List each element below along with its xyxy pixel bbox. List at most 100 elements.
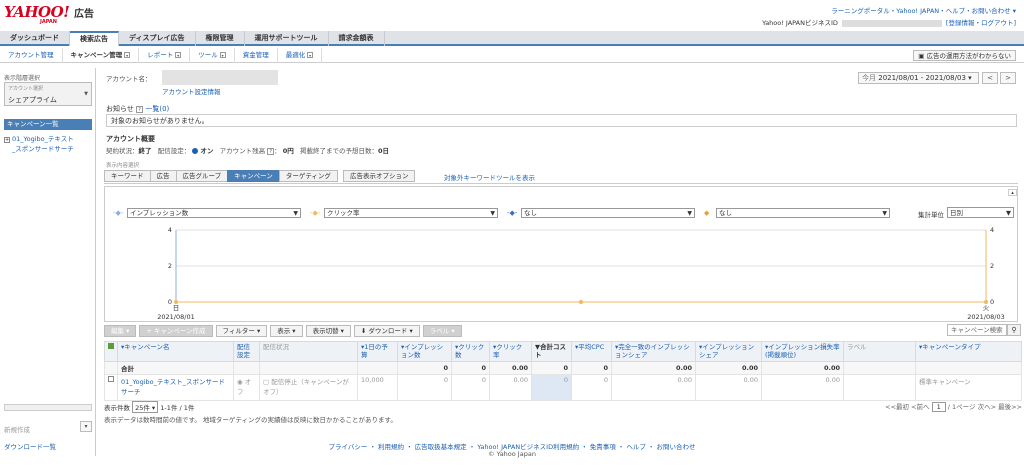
notice-list-link[interactable]: 一覧(0) (145, 105, 169, 113)
display-switch-button[interactable]: 表示切替 ▾ (305, 325, 351, 337)
col-clicks[interactable]: ▾クリック数 (451, 341, 490, 362)
per-page-select[interactable]: 25件 ▾ (132, 401, 159, 413)
col-budget-label: 1日の予算 (361, 343, 388, 359)
search-icon[interactable]: ⚲ (1007, 324, 1021, 336)
chevron-down-icon: ▼ (687, 210, 692, 217)
account-settings-link[interactable]: アカウント設定情報 (162, 86, 221, 96)
view-tab-campaign[interactable]: キャンペーン (227, 170, 280, 182)
view-tab-keyword[interactable]: キーワード (104, 170, 151, 182)
campaign-search-input[interactable]: キャンペーン検索 (947, 324, 1007, 336)
sub-nav: アカウント管理 キャンペーン管理 ▾ レポート ▾ ツール ▾ 資金管理 最適化 ▾ (0, 48, 1024, 63)
total-ctr: 0.00 (489, 361, 532, 375)
tree-item-name1[interactable]: 01_Yogibo_テキスト (12, 135, 74, 143)
col-loss-rate[interactable]: ▾インプレッション損失率(掲載順位) (761, 341, 844, 362)
view-tab-ad[interactable]: 広告 (149, 170, 177, 182)
pager-range: 1-1件 / 1件 (160, 404, 195, 412)
metric-1-label: インプレッション数 (130, 209, 189, 217)
subnav-optimization[interactable]: 最適化 ▾ (278, 48, 323, 63)
help-how-to-button[interactable]: ▣ 広告の運用方法がわからない (913, 50, 1016, 61)
next-period-button[interactable]: > (1000, 72, 1016, 84)
campaign-list-header[interactable]: キャンペーン一覧 (4, 119, 92, 130)
subnav-account-management[interactable]: アカウント管理 (0, 48, 63, 63)
edit-button[interactable]: 編集 ▾ (104, 325, 137, 337)
delivery-toggle[interactable]: ◉ オフ (233, 374, 260, 401)
next-page-link[interactable]: 次へ> (978, 403, 996, 411)
product-name: 広告 (74, 9, 94, 20)
col-avg-cpc[interactable]: ▾平均CPC (571, 341, 612, 362)
filter-button[interactable]: フィルター ▾ (215, 325, 268, 337)
metric-select-1[interactable]: インプレッション数 ▼ (127, 208, 301, 218)
col-campaign-type[interactable]: ▾キャンペーンタイプ (915, 341, 1022, 362)
prev-period-button[interactable]: < (982, 72, 998, 84)
last-page-link[interactable]: 最後>> (998, 403, 1022, 411)
chevron-down-icon[interactable]: ▾ (307, 52, 314, 58)
new-create-label: 新規作成 (4, 426, 30, 434)
help-icon[interactable]: ? (267, 148, 275, 155)
plus-icon[interactable]: + (4, 137, 10, 143)
campaign-name-link[interactable]: 01_Yogibo_テキスト_スポンサードサーチ (121, 378, 225, 396)
col-exact-share[interactable]: ▾完全一致のインプレッションシェア (611, 341, 696, 362)
subnav-report[interactable]: レポート ▾ (139, 48, 191, 63)
view-tab-targeting[interactable]: ターゲティング (278, 170, 338, 182)
aggregation-select[interactable]: 日別 ▼ (947, 207, 1014, 218)
notice-header: お知らせ ? 一覧(0) (106, 104, 169, 114)
campaign-tree[interactable]: +01_Yogibo_テキスト _スポンサードサーチ (4, 134, 74, 154)
subnav-campaign-management[interactable]: キャンペーン管理 ▾ (63, 48, 140, 63)
tab-search-ads[interactable]: 検索広告 (70, 31, 119, 46)
tree-item-name2[interactable]: _スポンサードサーチ (12, 145, 74, 153)
data-note: 表示データは数時間前の値です。 地域ターゲティングの実績値は反映に数日かかること… (104, 416, 397, 424)
sidebar-scrollbar[interactable] (4, 404, 92, 411)
col-daily-budget[interactable]: ▾1日の予算 (357, 341, 398, 362)
negative-keyword-tool-link[interactable]: 対象外キーワードツールを表示 (444, 172, 535, 182)
metric-select-4[interactable]: なし ▼ (716, 208, 890, 218)
chevron-down-icon[interactable]: ▾ (124, 52, 131, 58)
new-create-button[interactable]: ▾ (80, 421, 92, 432)
account-links[interactable]: [登録情報・ログアウト] (946, 19, 1016, 27)
checkbox[interactable] (108, 376, 114, 382)
display-button[interactable]: 表示 ▾ (270, 325, 303, 337)
top-links[interactable]: ラーニングポータル・Yahoo! JAPAN・ヘルプ・お問い合わせ ▾ (831, 5, 1016, 15)
notice-title: お知らせ (106, 105, 134, 113)
view-tab-adgroup[interactable]: 広告グループ (175, 170, 229, 182)
tab-dashboard[interactable]: ダッシュボード (0, 31, 70, 46)
checkbox[interactable] (108, 343, 114, 349)
select-all-header[interactable] (104, 341, 118, 362)
help-panel-icon: ▣ (918, 52, 925, 60)
col-delivery-status[interactable]: 配信状況 (259, 341, 358, 362)
y-tick-label: 2 (168, 262, 172, 270)
col-delivery-setting[interactable]: 配信設定 (233, 341, 260, 362)
total-clicks: 0 (451, 361, 490, 375)
create-campaign-button[interactable]: + キャンペーン作成 (139, 325, 213, 337)
metric-select-2[interactable]: クリック率 ▼ (324, 208, 498, 218)
col-ctr[interactable]: ▾クリック率 (489, 341, 532, 362)
subnav-funds[interactable]: 資金管理 (235, 48, 278, 63)
tab-display-ads[interactable]: ディスプレイ広告 (119, 31, 196, 46)
date-range-picker[interactable]: 今月 2021/08/01 - 2021/08/03 ▾ (858, 72, 979, 84)
balance-label: アカウント残高 (219, 147, 266, 155)
col-share[interactable]: ▾インプレッションシェア (695, 341, 762, 362)
account-select[interactable]: アカウント選択 シェアプライム ▼ (4, 82, 92, 106)
tab-support-tools[interactable]: 運用サポートツール (245, 31, 329, 46)
label-button[interactable]: ラベル ▾ (422, 325, 462, 337)
y-tick-label: 0 (168, 298, 172, 306)
prev-page-link[interactable]: <前へ (911, 403, 929, 411)
chevron-down-icon[interactable]: ▾ (175, 52, 182, 58)
account-select-value: シェアプライム (8, 96, 57, 104)
view-tab-ad-extensions[interactable]: 広告表示オプション (342, 170, 416, 182)
chevron-down-icon[interactable]: ▾ (219, 52, 226, 58)
subnav-tools[interactable]: ツール ▾ (190, 48, 235, 63)
col-campaign-name[interactable]: ▾キャンペーン名 (117, 341, 234, 362)
col-impressions[interactable]: ▾インプレッション数 (397, 341, 452, 362)
download-button[interactable]: ⬇ ダウンロード ▾ (353, 325, 420, 337)
col-total-cost[interactable]: ▼合計コスト (531, 341, 572, 362)
page-input[interactable]: 1 (931, 402, 946, 412)
metric-3-label: なし (524, 209, 537, 217)
first-page-link[interactable]: <<最初 (885, 403, 909, 411)
collapse-icon[interactable]: ▴ (1008, 189, 1017, 196)
tab-permissions[interactable]: 権限管理 (196, 31, 245, 46)
tab-billing[interactable]: 請求金額表 (329, 31, 385, 46)
metric-select-3[interactable]: なし ▼ (521, 208, 695, 218)
help-icon[interactable]: ? (136, 106, 144, 113)
yahoo-logo[interactable]: YAHOO! JAPAN 広告 (4, 3, 104, 25)
col-label: ラベル (843, 341, 916, 362)
